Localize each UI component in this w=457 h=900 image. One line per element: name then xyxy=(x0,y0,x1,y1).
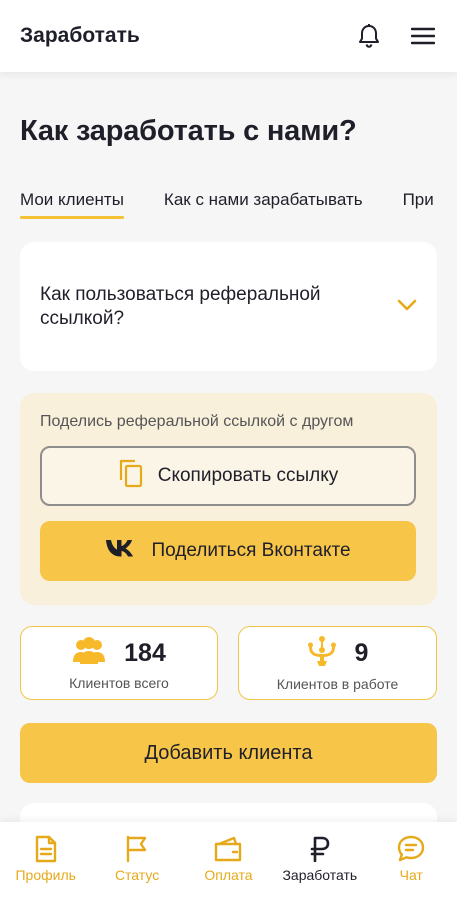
nav-label-profile: Профиль xyxy=(15,867,76,883)
referral-card: Поделись реферальной ссылкой с другом Ск… xyxy=(20,393,437,605)
nav-item-profile[interactable]: Профиль xyxy=(2,834,90,883)
flag-icon xyxy=(122,834,152,864)
share-vk-label: Поделиться Вконтакте xyxy=(151,540,351,561)
copy-link-label: Скопировать ссылку xyxy=(157,465,339,486)
top-header: Заработать xyxy=(0,0,457,72)
tab-how-to-earn[interactable]: Как с нами зарабатывать xyxy=(164,190,363,219)
nav-item-status[interactable]: Статус xyxy=(93,834,181,883)
stat-total-label: Клиентов всего xyxy=(69,674,169,691)
ruble-icon xyxy=(305,834,335,864)
stat-active-clients: 9 Клиентов в работе xyxy=(238,626,437,700)
nav-item-chat[interactable]: Чат xyxy=(367,834,455,883)
nav-label-status: Статус xyxy=(114,867,160,883)
nav-label-payment: Оплата xyxy=(204,867,253,883)
share-vk-button[interactable]: Поделиться Вконтакте xyxy=(40,521,416,581)
tabs-bar: Мои клиенты Как с нами зарабатывать При xyxy=(20,190,457,219)
nav-item-earn[interactable]: Заработать xyxy=(276,834,364,883)
stat-total-value: 184 xyxy=(124,638,166,667)
bell-icon[interactable] xyxy=(355,22,383,50)
stat-active-value: 9 xyxy=(354,638,369,667)
wallet-icon xyxy=(213,834,243,864)
header-title: Заработать xyxy=(20,24,140,47)
vk-logo-icon xyxy=(105,538,137,564)
chat-icon xyxy=(396,834,426,864)
bottom-nav: Профиль Статус Оплата Заработать Чат xyxy=(0,822,457,900)
chevron-down-icon xyxy=(397,298,417,316)
chandelier-icon xyxy=(307,635,337,672)
copy-icon xyxy=(118,458,144,494)
header-actions xyxy=(355,22,437,50)
nav-label-chat: Чат xyxy=(399,867,423,883)
tab-my-clients[interactable]: Мои клиенты xyxy=(20,190,124,219)
referral-label: Поделись реферальной ссылкой с другом xyxy=(40,413,354,430)
stat-total-clients: 184 Клиентов всего xyxy=(20,626,218,700)
faq-question: Как пользоваться реферальной ссылкой? xyxy=(40,283,321,329)
app-screen: Заработать Как заработать с нами? Мои кл… xyxy=(0,0,457,900)
faq-accordion[interactable]: Как пользоваться реферальной ссылкой? xyxy=(20,242,437,371)
tab-third[interactable]: При xyxy=(403,190,434,219)
add-client-button[interactable]: Добавить клиента xyxy=(20,723,437,783)
stat-active-label: Клиентов в работе xyxy=(276,675,399,692)
document-icon xyxy=(31,834,61,864)
nav-label-earn: Заработать xyxy=(282,867,358,883)
people-icon xyxy=(72,636,106,671)
copy-link-button[interactable]: Скопировать ссылку xyxy=(40,446,416,506)
nav-item-payment[interactable]: Оплата xyxy=(184,834,272,883)
page-title: Как заработать с нами? xyxy=(20,115,357,147)
hamburger-menu-icon[interactable] xyxy=(409,22,437,50)
